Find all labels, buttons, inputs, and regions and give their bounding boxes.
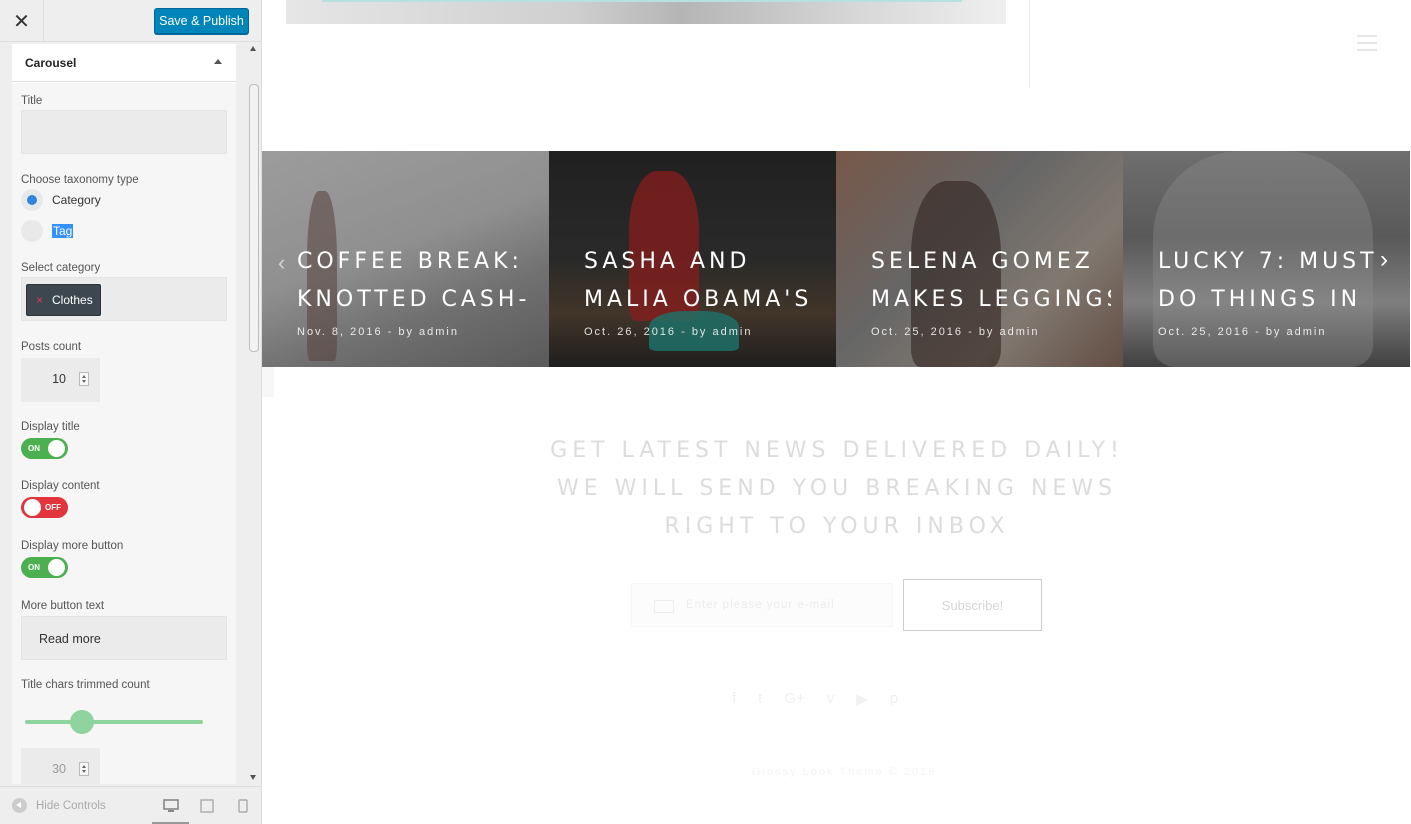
toggle-state: OFF [45, 503, 61, 512]
posts-count-label: Posts count [21, 341, 82, 353]
toggle-state: ON [28, 444, 40, 453]
facebook-icon[interactable]: f [732, 690, 736, 708]
slide-title[interactable]: Selena Gomez makes leggings [871, 243, 1111, 319]
radio-category-label: Category [52, 193, 101, 207]
taxonomy-label: Choose taxonomy type [21, 174, 139, 186]
slide-meta: Oct. 25, 2016 - by admin [871, 326, 1040, 338]
customizer-sidebar: ✕ Save & Publish Carousel Title Choose t… [0, 0, 262, 824]
panel-scrollbar[interactable] [247, 44, 261, 784]
display-title-label: Display title [21, 421, 80, 433]
title-input[interactable] [21, 110, 227, 154]
vimeo-icon[interactable]: v [827, 690, 835, 708]
display-content-toggle[interactable]: OFF [21, 497, 68, 518]
title-chars-value: 30 [52, 762, 66, 776]
title-chars-label: Title chars trimmed count [21, 679, 150, 691]
slide-meta: Oct. 25, 2016 - by admin [1158, 326, 1327, 338]
hide-controls-button[interactable]: Hide Controls [12, 798, 106, 813]
carousel-next-icon[interactable]: › [1380, 246, 1388, 274]
google-plus-icon[interactable]: G+ [784, 690, 804, 708]
header-image-border [322, 0, 962, 2]
email-placeholder: Enter please your e-mail [686, 599, 835, 611]
category-label: Select category [21, 262, 101, 274]
social-links: f t G+ v ▶ p [732, 690, 898, 708]
carousel-slide[interactable]: Coffee break: knotted cash- Nov. 8, 2016 … [262, 151, 549, 367]
slide-title[interactable]: Lucky 7: Must do things in [1158, 243, 1398, 319]
posts-count-input[interactable]: 10 [21, 358, 100, 402]
subscribe-button[interactable]: Subscribe! [903, 579, 1042, 631]
tablet-preview-icon[interactable] [200, 799, 214, 813]
copyright-text: Glossy Look Theme © 2016 [752, 766, 937, 778]
more-text-label: More button text [21, 600, 105, 612]
carousel-prev-icon[interactable]: ‹ [278, 250, 285, 276]
display-title-toggle[interactable]: ON [21, 438, 68, 459]
scroll-up-icon[interactable] [250, 46, 256, 51]
desktop-preview-icon[interactable] [163, 799, 179, 813]
envelope-icon [654, 600, 674, 613]
save-publish-button[interactable]: Save & Publish [154, 8, 249, 34]
carousel-edge [262, 367, 274, 397]
pinterest-icon[interactable]: p [890, 690, 898, 708]
remove-chip-icon[interactable]: × [36, 293, 43, 307]
toggle-knob [48, 440, 65, 457]
radio-unchecked-icon[interactable] [21, 220, 43, 242]
display-content-label: Display content [21, 480, 100, 492]
title-chars-slider[interactable] [25, 710, 203, 734]
number-spinner-icon[interactable] [79, 762, 89, 776]
youtube-icon[interactable]: ▶ [856, 690, 868, 708]
slide-title[interactable]: Sasha and Malia Obama's [584, 243, 824, 319]
hide-controls-label: Hide Controls [36, 799, 106, 812]
title-chars-input[interactable]: 30 [21, 748, 100, 784]
radio-category[interactable]: Category [21, 189, 101, 211]
posts-count-value: 10 [52, 372, 66, 386]
section-title: Carousel [25, 55, 77, 70]
section-header-carousel[interactable]: Carousel [12, 44, 236, 82]
carousel-slide[interactable]: Sasha and Malia Obama's Oct. 26, 2016 - b… [549, 151, 836, 367]
radio-checked-icon[interactable] [21, 189, 43, 211]
category-chip: × Clothes [26, 284, 101, 316]
close-button[interactable]: ✕ [0, 0, 44, 42]
collapse-arrow-icon [12, 798, 27, 813]
twitter-icon[interactable]: t [758, 690, 762, 708]
title-label: Title [21, 95, 43, 107]
display-more-toggle[interactable]: ON [21, 557, 68, 578]
category-select[interactable]: × Clothes [21, 277, 227, 321]
site-preview: Coffee break: knotted cash- Nov. 8, 2016 … [262, 0, 1411, 824]
slide-meta: Oct. 26, 2016 - by admin [584, 326, 753, 338]
sidebar-header: ✕ Save & Publish [0, 0, 261, 42]
radio-tag-label: Tag [52, 224, 74, 238]
toggle-knob [24, 499, 41, 516]
more-text-input[interactable]: Read more [21, 616, 227, 660]
scroll-down-icon[interactable] [250, 775, 256, 780]
slide-meta: Nov. 8, 2016 - by admin [297, 326, 459, 338]
post-carousel: Coffee break: knotted cash- Nov. 8, 2016 … [262, 151, 1411, 367]
radio-tag[interactable]: Tag [21, 220, 74, 242]
toggle-state: ON [28, 563, 40, 572]
mobile-preview-icon[interactable] [238, 799, 248, 813]
header-divider [1029, 0, 1030, 88]
slide-title[interactable]: Coffee break: knotted cash- [297, 243, 537, 319]
widget-panel: Carousel Title Choose taxonomy type Cate… [12, 44, 236, 784]
newsletter-heading: GET LATEST NEWS DELIVERED DAILY! WE WILL… [550, 438, 1124, 539]
carousel-slide[interactable]: Selena Gomez makes leggings Oct. 25, 2016… [836, 151, 1123, 367]
sidebar-footer: Hide Controls [0, 786, 261, 824]
widget-form: Title Choose taxonomy type Category Tag … [12, 83, 236, 784]
toggle-knob [48, 559, 65, 576]
slider-handle[interactable] [69, 710, 94, 734]
menu-icon[interactable] [1357, 35, 1377, 56]
display-more-label: Display more button [21, 540, 124, 552]
collapse-caret-icon[interactable] [214, 59, 222, 64]
header-image [286, 0, 1006, 24]
carousel-slide[interactable]: Lucky 7: Must do things in Oct. 25, 2016 … [1123, 151, 1410, 367]
category-chip-label: Clothes [52, 293, 93, 307]
number-spinner-icon[interactable] [79, 372, 89, 386]
email-input[interactable]: Enter please your e-mail [631, 583, 893, 627]
scrollbar-thumb[interactable] [249, 84, 259, 352]
